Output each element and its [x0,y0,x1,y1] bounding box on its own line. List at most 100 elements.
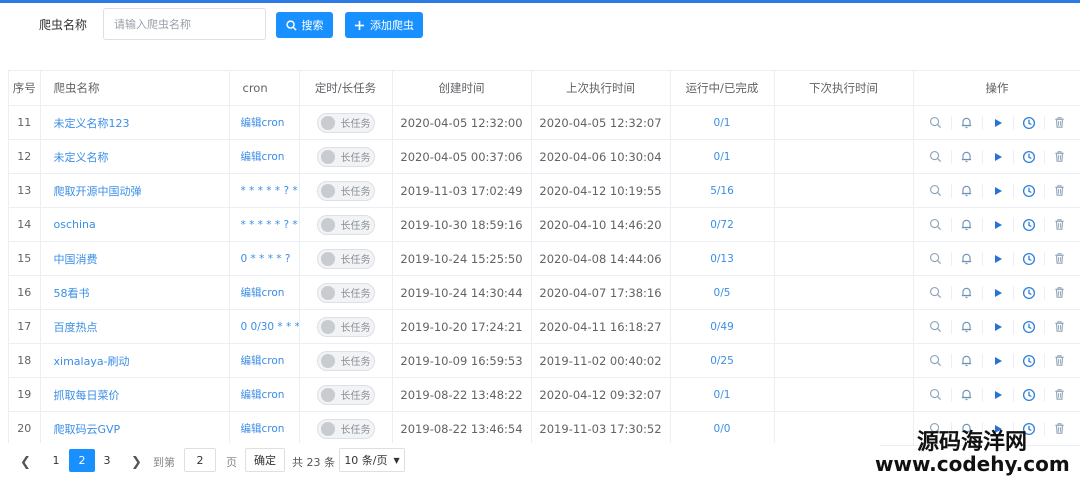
col-header-last-run: 上次执行时间 [531,71,671,106]
switch-knob [320,251,335,266]
spider-name-link[interactable]: oschina [40,207,230,242]
play-icon[interactable] [990,353,1006,369]
play-icon[interactable] [990,115,1006,131]
trash-icon[interactable] [1052,115,1068,131]
long-task-switch[interactable]: 长任务 [316,316,375,337]
progress-link[interactable]: 0/25 [670,343,775,378]
progress-link[interactable]: 0/49 [670,309,775,344]
clock-icon[interactable] [1021,251,1037,267]
page-2-current[interactable]: 2 [69,449,95,472]
spider-name-link[interactable]: 百度热点 [40,309,230,344]
search-icon[interactable] [928,217,944,233]
cron-link[interactable]: 编辑cron [229,411,300,446]
prev-page-icon[interactable]: ❮ [20,455,31,470]
progress-link[interactable]: 0/1 [670,377,775,412]
search-icon[interactable] [928,387,944,403]
next-page-icon[interactable]: ❯ [131,455,142,470]
spider-name-link[interactable]: 抓取每日菜价 [40,377,230,412]
clock-icon[interactable] [1021,319,1037,335]
long-task-switch[interactable]: 长任务 [316,282,375,303]
play-icon[interactable] [990,319,1006,335]
cron-link[interactable]: 编辑cron [229,275,300,310]
bell-icon[interactable] [959,217,975,233]
bell-icon[interactable] [959,285,975,301]
search-icon[interactable] [928,149,944,165]
search-icon[interactable] [928,251,944,267]
progress-link[interactable]: 0/72 [670,207,775,242]
search-icon[interactable] [928,115,944,131]
long-task-switch[interactable]: 长任务 [316,214,375,235]
search-icon[interactable] [928,183,944,199]
search-icon[interactable] [928,319,944,335]
progress-link[interactable]: 0/5 [670,275,775,310]
play-icon[interactable] [990,285,1006,301]
col-header-actions: 操作 [913,71,1080,106]
long-task-switch[interactable]: 长任务 [316,350,375,371]
search-icon[interactable] [928,285,944,301]
cron-link[interactable]: 0 * * * * ? [229,241,300,276]
trash-icon[interactable] [1052,353,1068,369]
page-size-select[interactable]: 10 条/页 ▼ [339,448,405,472]
goto-confirm-button[interactable]: 确定 [245,448,285,472]
long-task-switch[interactable]: 长任务 [316,418,375,439]
page-1[interactable]: 1 [43,449,69,472]
progress-link[interactable]: 0/1 [670,105,775,140]
spider-name-link[interactable]: 爬取码云GVP [40,411,230,446]
long-task-switch[interactable]: 长任务 [316,112,375,133]
long-task-switch[interactable]: 长任务 [316,384,375,405]
cron-link[interactable]: 编辑cron [229,377,300,412]
spider-name-link[interactable]: 中国消费 [40,241,230,276]
clock-icon[interactable] [1021,217,1037,233]
trash-icon[interactable] [1052,183,1068,199]
cron-link[interactable]: 0 0/30 * * * ? [229,309,300,344]
clock-icon[interactable] [1021,285,1037,301]
progress-link[interactable]: 5/16 [670,173,775,208]
bell-icon[interactable] [959,319,975,335]
clock-icon[interactable] [1021,387,1037,403]
progress-link[interactable]: 0/13 [670,241,775,276]
trash-icon[interactable] [1052,319,1068,335]
cron-link[interactable]: * * * * * ? * ... [229,173,300,208]
play-icon[interactable] [990,183,1006,199]
cron-link[interactable]: 编辑cron [229,105,300,140]
goto-page-input[interactable] [184,448,216,472]
clock-icon[interactable] [1021,149,1037,165]
play-icon[interactable] [990,217,1006,233]
progress-link[interactable]: 0/0 [670,411,775,446]
add-spider-button[interactable]: 添加爬虫 [345,12,423,38]
page-3[interactable]: 3 [94,449,120,472]
bell-icon[interactable] [959,387,975,403]
search-button[interactable]: 搜索 [276,12,333,38]
trash-icon[interactable] [1052,149,1068,165]
play-icon[interactable] [990,149,1006,165]
spider-name-link[interactable]: 未定义名称123 [40,105,230,140]
bell-icon[interactable] [959,353,975,369]
table-row: 14oschina* * * * * ? * ... 长任务 2019-10-30 … [9,207,1080,242]
bell-icon[interactable] [959,149,975,165]
cron-link[interactable]: 编辑cron [229,139,300,174]
trash-icon[interactable] [1052,285,1068,301]
spider-name-input[interactable] [103,8,266,40]
clock-icon[interactable] [1021,183,1037,199]
long-task-switch[interactable]: 长任务 [316,146,375,167]
clock-icon[interactable] [1021,115,1037,131]
play-icon[interactable] [990,387,1006,403]
bell-icon[interactable] [959,251,975,267]
trash-icon[interactable] [1052,217,1068,233]
play-icon[interactable] [990,251,1006,267]
long-task-switch[interactable]: 长任务 [316,248,375,269]
long-task-switch[interactable]: 长任务 [316,180,375,201]
spider-name-link[interactable]: 爬取开源中国动弹 [40,173,230,208]
bell-icon[interactable] [959,183,975,199]
clock-icon[interactable] [1021,353,1037,369]
spider-name-link[interactable]: 未定义名称 [40,139,230,174]
cron-link[interactable]: 编辑cron [229,343,300,378]
progress-link[interactable]: 0/1 [670,139,775,174]
search-icon[interactable] [928,353,944,369]
spider-name-link[interactable]: 58看书 [40,275,230,310]
trash-icon[interactable] [1052,251,1068,267]
cron-link[interactable]: * * * * * ? * ... [229,207,300,242]
trash-icon[interactable] [1052,387,1068,403]
bell-icon[interactable] [959,115,975,131]
spider-name-link[interactable]: ximalaya-刷动 [40,343,230,378]
